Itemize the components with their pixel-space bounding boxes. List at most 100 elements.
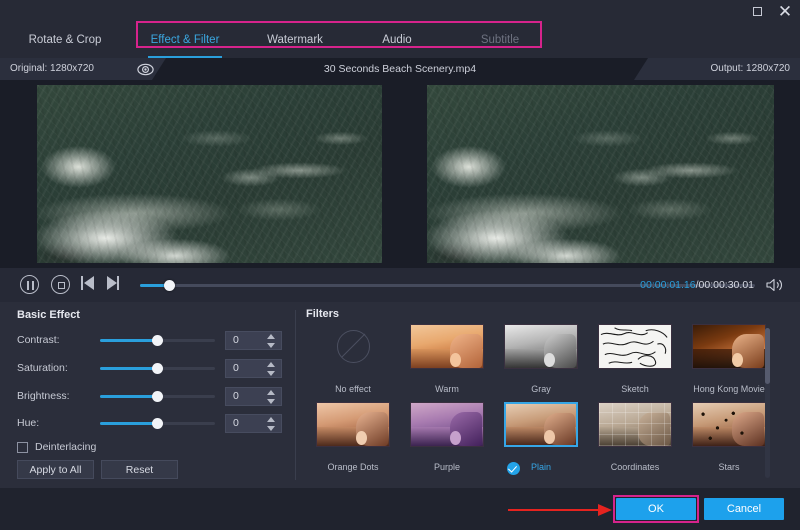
reset-button[interactable]: Reset — [101, 460, 178, 479]
preview-area — [0, 80, 800, 268]
hue-stepper[interactable] — [267, 417, 276, 431]
sketch-lines — [599, 325, 671, 368]
stop-button[interactable] — [51, 275, 71, 295]
filter-label: Sketch — [588, 384, 682, 394]
filter-label: Purple — [400, 462, 494, 472]
filter-item-plain[interactable]: Plain — [494, 402, 588, 480]
brightness-value-input[interactable]: 0 — [225, 387, 282, 406]
filter-item-sketch[interactable]: Sketch — [588, 324, 682, 402]
tab-subtitle[interactable]: Subtitle — [444, 22, 556, 58]
filter-label: No effect — [306, 384, 400, 394]
player-control-bar: 00:00:01.16/00:00:30.01 — [0, 268, 800, 302]
hue-value-input[interactable]: 0 — [225, 414, 282, 433]
original-video-frame — [37, 85, 382, 263]
previous-frame-icon — [80, 275, 97, 291]
close-button[interactable]: ✕ — [776, 2, 794, 20]
total-time-label: /00:00:30.01 — [696, 279, 754, 291]
tab-label: Audio — [382, 34, 411, 46]
filters-scrollbar[interactable] — [765, 328, 770, 478]
deinterlacing-label: Deinterlacing — [35, 441, 96, 453]
output-video-frame — [427, 85, 774, 263]
time-display: 00:00:01.16/00:00:30.01 — [640, 268, 754, 302]
title-bar: ✕ — [0, 0, 800, 22]
contrast-slider-handle[interactable] — [152, 335, 163, 346]
tab-label: Subtitle — [481, 34, 519, 46]
contrast-value: 0 — [233, 332, 239, 349]
video-editor-window: ✕ Rotate & Crop Effect & Filter Watermar… — [0, 0, 800, 530]
brightness-slider-handle[interactable] — [152, 391, 163, 402]
apply-to-all-button[interactable]: Apply to All — [17, 460, 94, 479]
filters-scrollbar-thumb[interactable] — [765, 328, 770, 384]
saturation-slider-fill — [100, 367, 157, 370]
filter-thumbnail — [598, 402, 672, 447]
filter-item-stars[interactable]: Stars — [682, 402, 776, 480]
filter-item-orange-dots[interactable]: Orange Dots — [306, 402, 400, 480]
volume-icon-svg — [766, 277, 784, 293]
stop-icon — [51, 275, 70, 294]
saturation-slider-handle[interactable] — [152, 363, 163, 374]
hue-slider-handle[interactable] — [152, 418, 163, 429]
contrast-slider-fill — [100, 339, 157, 342]
saturation-slider[interactable] — [100, 367, 215, 370]
filter-item-hong-kong-movie[interactable]: Hong Kong Movie — [682, 324, 776, 402]
tab-rotate-crop[interactable]: Rotate & Crop — [0, 22, 130, 58]
filter-label: Gray — [494, 384, 588, 394]
slider-row-contrast: Contrast: 0 — [0, 329, 295, 351]
eye-icon-svg — [137, 61, 154, 78]
tab-label: Watermark — [267, 34, 323, 46]
hue-slider[interactable] — [100, 422, 215, 425]
checkbox-icon — [17, 442, 28, 453]
pane-divider — [295, 310, 296, 480]
original-video-preview[interactable] — [37, 85, 382, 263]
basic-effect-title: Basic Effect — [17, 309, 80, 321]
filter-item-coordinates[interactable]: Coordinates — [588, 402, 682, 480]
saturation-value: 0 — [233, 360, 239, 377]
hue-label: Hue: — [17, 412, 39, 434]
contrast-label: Contrast: — [17, 329, 60, 351]
contrast-stepper[interactable] — [267, 334, 276, 348]
tab-watermark[interactable]: Watermark — [240, 22, 350, 58]
saturation-value-input[interactable]: 0 — [225, 359, 282, 378]
filter-thumbnail — [598, 324, 672, 369]
contrast-value-input[interactable]: 0 — [225, 331, 282, 350]
source-output-info-bar: Original: 1280x720 Output: 1280x720 30 S… — [0, 58, 800, 80]
eye-icon[interactable] — [137, 61, 154, 78]
no-effect-icon — [316, 324, 390, 369]
hue-slider-fill — [100, 422, 157, 425]
maximize-button[interactable] — [748, 2, 766, 20]
brightness-value: 0 — [233, 388, 239, 405]
pause-icon — [20, 275, 39, 294]
output-video-preview[interactable] — [427, 85, 774, 263]
filter-item-no-effect[interactable]: No effect — [306, 324, 400, 402]
contrast-slider[interactable] — [100, 339, 215, 342]
filter-label: Warm — [400, 384, 494, 394]
filter-item-gray[interactable]: Gray — [494, 324, 588, 402]
tab-bar: Rotate & Crop Effect & Filter Watermark … — [0, 22, 800, 58]
previous-frame-button[interactable] — [80, 275, 100, 295]
filters-grid: No effect Warm — [306, 324, 776, 480]
filter-label: Stars — [682, 462, 776, 472]
filter-item-purple[interactable]: Purple — [400, 402, 494, 480]
volume-icon[interactable] — [766, 277, 784, 293]
filter-thumbnail — [692, 324, 766, 369]
tab-effect-filter[interactable]: Effect & Filter — [130, 22, 240, 58]
pause-button[interactable] — [20, 275, 40, 295]
brightness-stepper[interactable] — [267, 390, 276, 404]
seek-handle[interactable] — [164, 280, 175, 291]
tab-label: Effect & Filter — [151, 34, 220, 46]
next-frame-button[interactable] — [103, 275, 123, 295]
brightness-slider[interactable] — [100, 395, 215, 398]
close-icon: ✕ — [778, 3, 792, 20]
filter-label: Orange Dots — [306, 462, 400, 472]
saturation-stepper[interactable] — [267, 362, 276, 376]
slider-row-hue: Hue: 0 — [0, 412, 295, 434]
deinterlacing-checkbox[interactable]: Deinterlacing — [17, 439, 96, 455]
ok-button[interactable]: OK — [616, 498, 696, 520]
tab-audio[interactable]: Audio — [350, 22, 444, 58]
slider-row-saturation: Saturation: 0 — [0, 357, 295, 379]
filter-label: Coordinates — [588, 462, 682, 472]
cancel-button[interactable]: Cancel — [704, 498, 784, 520]
filter-thumbnail — [504, 324, 578, 369]
filter-item-warm[interactable]: Warm — [400, 324, 494, 402]
saturation-label: Saturation: — [17, 357, 68, 379]
